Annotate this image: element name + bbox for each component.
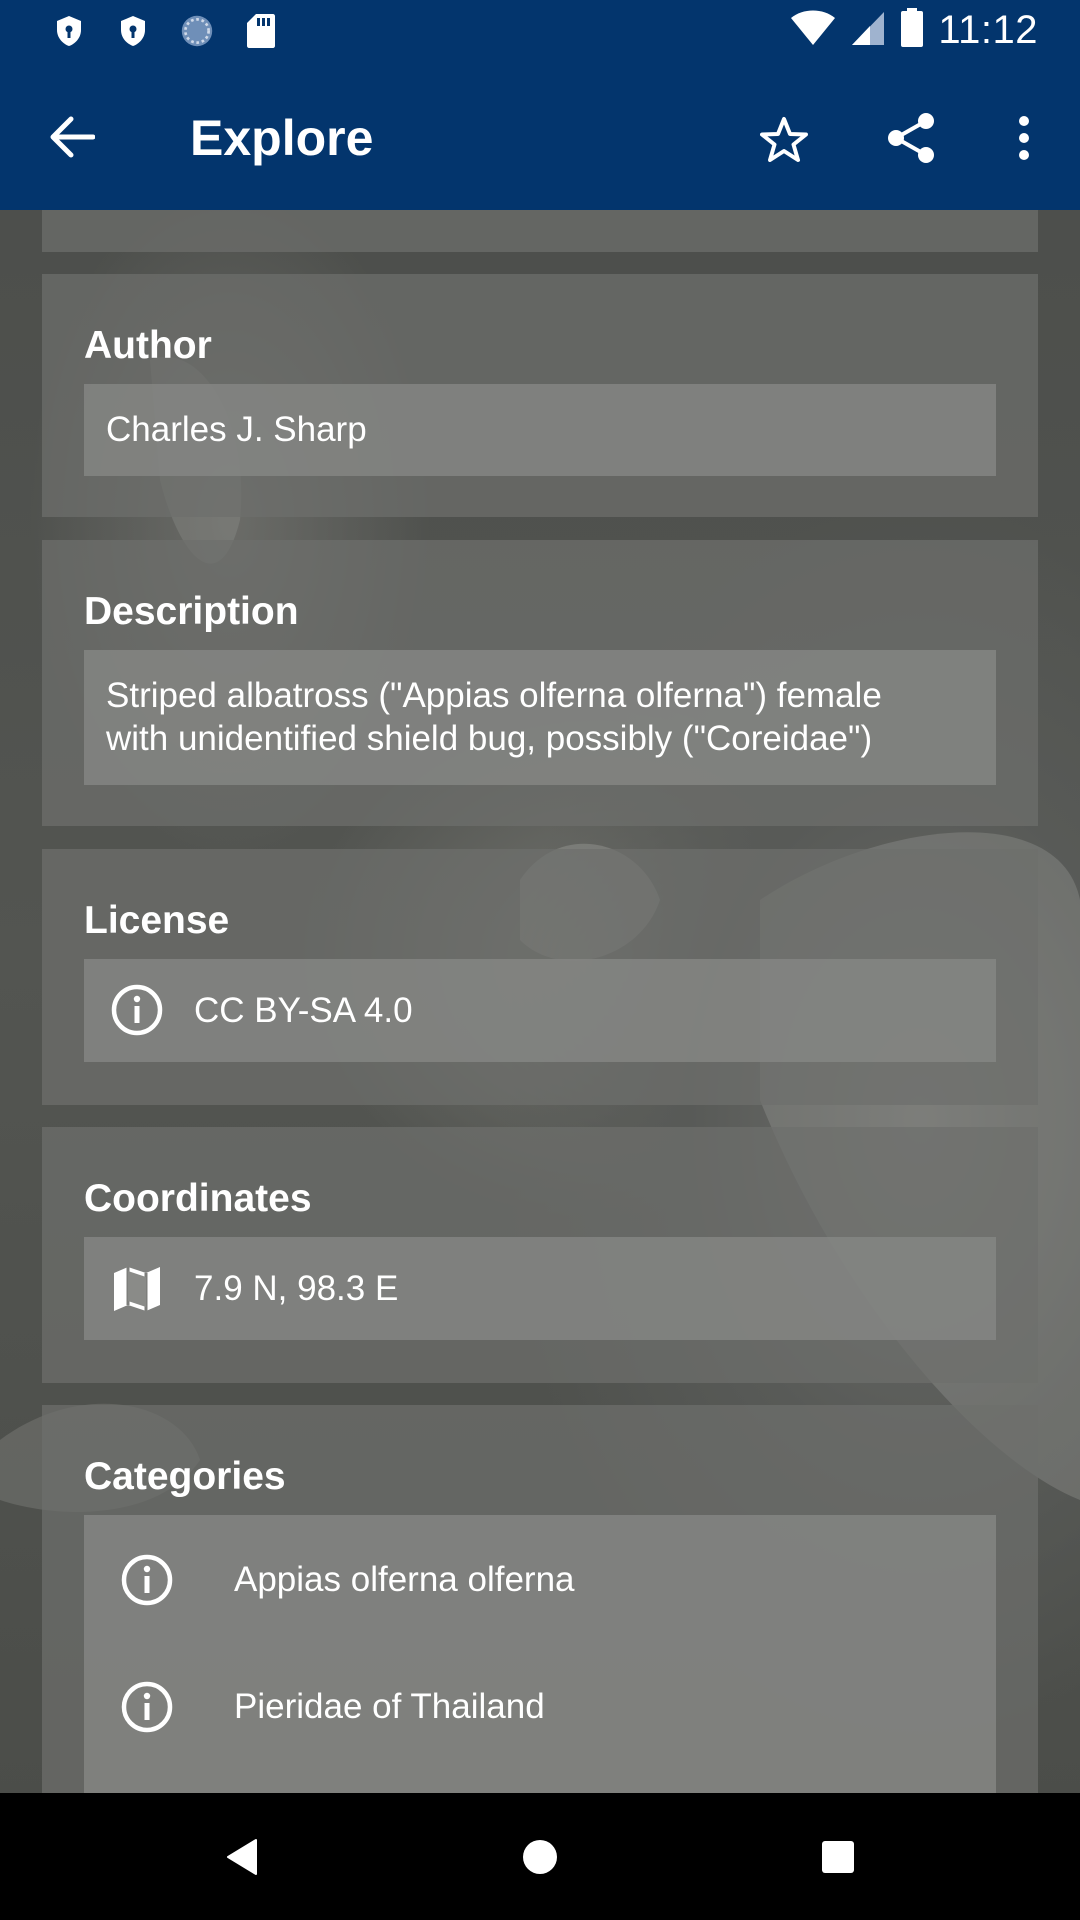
nav-recents-icon [822,1841,854,1873]
info-icon [121,1681,173,1733]
navigation-bar [0,1793,1080,1920]
author-value: Charles J. Sharp [106,410,367,449]
categories-label: Categories [84,1455,286,1498]
nav-recents-button[interactable] [808,1827,868,1887]
clock: 11:12 [938,8,1038,52]
share-button[interactable] [880,107,942,169]
author-card: Author Charles J. Sharp [42,274,1038,517]
license-value: CC BY-SA 4.0 [194,991,413,1030]
categories-card: Categories Appias olferna olferna Pierid… [42,1405,1038,1793]
nav-home-button[interactable] [510,1827,570,1887]
back-button[interactable] [42,107,102,167]
nav-home-icon [523,1840,557,1874]
author-label: Author [84,324,212,367]
list-item[interactable]: Pieridae of Thailand [84,1642,996,1768]
sync-notification-icon [180,12,214,50]
coordinates-card: Coordinates 7.9 N, 98.3 E [42,1127,1038,1383]
nav-back-icon [227,1839,257,1875]
list-item[interactable]: Appias olferna olferna [84,1515,996,1641]
more-options-button[interactable] [1004,107,1044,169]
battery-icon [900,8,924,53]
coordinates-field[interactable]: 7.9 N, 98.3 E [84,1237,996,1340]
description-label: Description [84,590,299,633]
description-line-1: Striped albatross ("Appias olferna olfer… [106,676,882,715]
previous-card [42,210,1038,252]
page-title: Explore [190,110,374,166]
description-field[interactable]: Striped albatross ("Appias olferna olfer… [84,650,996,785]
more-vert-icon [1019,116,1029,160]
star-outline-icon [760,117,808,162]
info-icon [111,984,163,1036]
sd-card-icon [244,12,278,50]
description-line-2: with unidentified shield bug, possibly (… [106,719,873,758]
nav-back-button[interactable] [212,1827,272,1887]
status-bar: 11:12 [0,0,1080,63]
coordinates-value: 7.9 N, 98.3 E [194,1269,399,1308]
info-icon [121,1554,173,1606]
license-label: License [84,899,230,942]
license-field[interactable]: CC BY-SA 4.0 [84,959,996,1062]
wifi-icon [790,10,836,51]
shield-notification-icon [116,12,150,50]
category-name: Pieridae of Thailand [234,1687,545,1726]
share-icon [888,113,934,163]
arrow-back-icon [50,116,95,158]
category-name: Appias olferna olferna [234,1560,575,1599]
shield-notification-icon [52,12,86,50]
coordinates-label: Coordinates [84,1177,312,1220]
description-card: Description Striped albatross ("Appias o… [42,540,1038,826]
author-field[interactable]: Charles J. Sharp [84,384,996,476]
map-icon [114,1267,160,1311]
categories-list: Appias olferna olferna Pieridae of Thail… [84,1515,996,1793]
app-bar: Explore [0,63,1080,210]
license-card: License CC BY-SA 4.0 [42,849,1038,1105]
bookmark-button[interactable] [754,109,814,169]
cell-signal-icon [850,10,886,51]
